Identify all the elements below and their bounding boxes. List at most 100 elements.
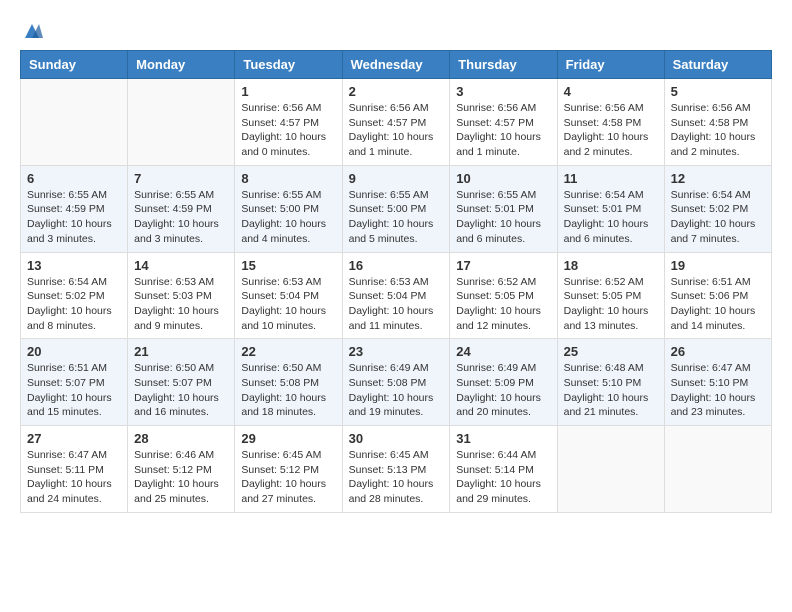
calendar-cell: 19 Sunrise: 6:51 AM Sunset: 5:06 PM Dayli… xyxy=(664,252,771,339)
column-header-saturday: Saturday xyxy=(664,51,771,79)
day-number: 18 xyxy=(564,258,658,273)
day-info: Sunrise: 6:51 AM Sunset: 5:06 PM Dayligh… xyxy=(671,275,765,334)
day-number: 29 xyxy=(241,431,335,446)
calendar-cell: 16 Sunrise: 6:53 AM Sunset: 5:04 PM Dayli… xyxy=(342,252,450,339)
day-info: Sunrise: 6:45 AM Sunset: 5:12 PM Dayligh… xyxy=(241,448,335,507)
column-header-monday: Monday xyxy=(128,51,235,79)
day-info: Sunrise: 6:55 AM Sunset: 5:00 PM Dayligh… xyxy=(349,188,444,247)
day-info: Sunrise: 6:44 AM Sunset: 5:14 PM Dayligh… xyxy=(456,448,550,507)
column-header-friday: Friday xyxy=(557,51,664,79)
day-info: Sunrise: 6:45 AM Sunset: 5:13 PM Dayligh… xyxy=(349,448,444,507)
calendar-cell: 5 Sunrise: 6:56 AM Sunset: 4:58 PM Daylig… xyxy=(664,79,771,166)
day-number: 31 xyxy=(456,431,550,446)
day-info: Sunrise: 6:50 AM Sunset: 5:08 PM Dayligh… xyxy=(241,361,335,420)
calendar-week-3: 13 Sunrise: 6:54 AM Sunset: 5:02 PM Dayli… xyxy=(21,252,772,339)
calendar-cell: 18 Sunrise: 6:52 AM Sunset: 5:05 PM Dayli… xyxy=(557,252,664,339)
day-info: Sunrise: 6:55 AM Sunset: 5:01 PM Dayligh… xyxy=(456,188,550,247)
day-number: 26 xyxy=(671,344,765,359)
day-info: Sunrise: 6:56 AM Sunset: 4:58 PM Dayligh… xyxy=(564,101,658,160)
calendar-table: SundayMondayTuesdayWednesdayThursdayFrid… xyxy=(20,50,772,513)
day-number: 19 xyxy=(671,258,765,273)
calendar-cell: 11Sunrise: 6:54 AM Sunset: 5:01 PM Dayli… xyxy=(557,165,664,252)
calendar-cell xyxy=(557,426,664,513)
calendar-cell: 10 Sunrise: 6:55 AM Sunset: 5:01 PM Dayli… xyxy=(450,165,557,252)
day-info: Sunrise: 6:47 AM Sunset: 5:10 PM Dayligh… xyxy=(671,361,765,420)
calendar-cell xyxy=(664,426,771,513)
logo xyxy=(20,20,44,42)
calendar-cell: 6Sunrise: 6:55 AM Sunset: 4:59 PM Daylig… xyxy=(21,165,128,252)
day-info: Sunrise: 6:55 AM Sunset: 4:59 PM Dayligh… xyxy=(134,188,228,247)
day-info: Sunrise: 6:53 AM Sunset: 5:04 PM Dayligh… xyxy=(241,275,335,334)
day-number: 28 xyxy=(134,431,228,446)
day-info: Sunrise: 6:50 AM Sunset: 5:07 PM Dayligh… xyxy=(134,361,228,420)
day-number: 25 xyxy=(564,344,658,359)
day-info: Sunrise: 6:49 AM Sunset: 5:09 PM Dayligh… xyxy=(456,361,550,420)
day-info: Sunrise: 6:55 AM Sunset: 5:00 PM Dayligh… xyxy=(241,188,335,247)
day-number: 10 xyxy=(456,171,550,186)
day-number: 22 xyxy=(241,344,335,359)
calendar-cell: 9 Sunrise: 6:55 AM Sunset: 5:00 PM Daylig… xyxy=(342,165,450,252)
calendar-cell: 8 Sunrise: 6:55 AM Sunset: 5:00 PM Daylig… xyxy=(235,165,342,252)
calendar-cell: 27Sunrise: 6:47 AM Sunset: 5:11 PM Dayli… xyxy=(21,426,128,513)
calendar-cell: 14 Sunrise: 6:53 AM Sunset: 5:03 PM Dayli… xyxy=(128,252,235,339)
day-number: 16 xyxy=(349,258,444,273)
column-header-sunday: Sunday xyxy=(21,51,128,79)
day-number: 13 xyxy=(27,258,121,273)
calendar-week-2: 6Sunrise: 6:55 AM Sunset: 4:59 PM Daylig… xyxy=(21,165,772,252)
logo-icon xyxy=(21,20,43,42)
day-number: 30 xyxy=(349,431,444,446)
calendar-week-1: 1 Sunrise: 6:56 AM Sunset: 4:57 PM Daylig… xyxy=(21,79,772,166)
day-number: 1 xyxy=(241,84,335,99)
day-number: 23 xyxy=(349,344,444,359)
day-info: Sunrise: 6:54 AM Sunset: 5:01 PM Dayligh… xyxy=(564,188,658,247)
calendar-week-4: 20 Sunrise: 6:51 AM Sunset: 5:07 PM Dayli… xyxy=(21,339,772,426)
calendar-cell: 29 Sunrise: 6:45 AM Sunset: 5:12 PM Dayli… xyxy=(235,426,342,513)
day-info: Sunrise: 6:53 AM Sunset: 5:04 PM Dayligh… xyxy=(349,275,444,334)
day-info: Sunrise: 6:54 AM Sunset: 5:02 PM Dayligh… xyxy=(27,275,121,334)
day-number: 2 xyxy=(349,84,444,99)
day-info: Sunrise: 6:54 AM Sunset: 5:02 PM Dayligh… xyxy=(671,188,765,247)
calendar-cell: 22 Sunrise: 6:50 AM Sunset: 5:08 PM Dayli… xyxy=(235,339,342,426)
calendar-cell: 13 Sunrise: 6:54 AM Sunset: 5:02 PM Dayli… xyxy=(21,252,128,339)
column-header-thursday: Thursday xyxy=(450,51,557,79)
day-number: 17 xyxy=(456,258,550,273)
day-number: 5 xyxy=(671,84,765,99)
page-header xyxy=(20,20,772,42)
day-info: Sunrise: 6:56 AM Sunset: 4:57 PM Dayligh… xyxy=(456,101,550,160)
day-number: 14 xyxy=(134,258,228,273)
day-number: 4 xyxy=(564,84,658,99)
calendar-cell: 26 Sunrise: 6:47 AM Sunset: 5:10 PM Dayli… xyxy=(664,339,771,426)
day-number: 7 xyxy=(134,171,228,186)
calendar-cell: 2 Sunrise: 6:56 AM Sunset: 4:57 PM Daylig… xyxy=(342,79,450,166)
day-number: 9 xyxy=(349,171,444,186)
calendar-week-5: 27Sunrise: 6:47 AM Sunset: 5:11 PM Dayli… xyxy=(21,426,772,513)
column-header-wednesday: Wednesday xyxy=(342,51,450,79)
day-info: Sunrise: 6:52 AM Sunset: 5:05 PM Dayligh… xyxy=(564,275,658,334)
day-info: Sunrise: 6:56 AM Sunset: 4:57 PM Dayligh… xyxy=(241,101,335,160)
day-number: 21 xyxy=(134,344,228,359)
day-number: 20 xyxy=(27,344,121,359)
day-number: 8 xyxy=(241,171,335,186)
day-info: Sunrise: 6:51 AM Sunset: 5:07 PM Dayligh… xyxy=(27,361,121,420)
day-info: Sunrise: 6:53 AM Sunset: 5:03 PM Dayligh… xyxy=(134,275,228,334)
day-info: Sunrise: 6:56 AM Sunset: 4:58 PM Dayligh… xyxy=(671,101,765,160)
calendar-cell xyxy=(21,79,128,166)
day-info: Sunrise: 6:49 AM Sunset: 5:08 PM Dayligh… xyxy=(349,361,444,420)
day-number: 24 xyxy=(456,344,550,359)
day-number: 3 xyxy=(456,84,550,99)
day-info: Sunrise: 6:52 AM Sunset: 5:05 PM Dayligh… xyxy=(456,275,550,334)
calendar-cell: 28Sunrise: 6:46 AM Sunset: 5:12 PM Dayli… xyxy=(128,426,235,513)
column-header-tuesday: Tuesday xyxy=(235,51,342,79)
day-number: 12 xyxy=(671,171,765,186)
calendar-cell xyxy=(128,79,235,166)
calendar-cell: 25 Sunrise: 6:48 AM Sunset: 5:10 PM Dayli… xyxy=(557,339,664,426)
day-number: 15 xyxy=(241,258,335,273)
calendar-cell: 24 Sunrise: 6:49 AM Sunset: 5:09 PM Dayli… xyxy=(450,339,557,426)
calendar-header-row: SundayMondayTuesdayWednesdayThursdayFrid… xyxy=(21,51,772,79)
calendar-cell: 23 Sunrise: 6:49 AM Sunset: 5:08 PM Dayli… xyxy=(342,339,450,426)
day-info: Sunrise: 6:48 AM Sunset: 5:10 PM Dayligh… xyxy=(564,361,658,420)
day-info: Sunrise: 6:56 AM Sunset: 4:57 PM Dayligh… xyxy=(349,101,444,160)
day-info: Sunrise: 6:47 AM Sunset: 5:11 PM Dayligh… xyxy=(27,448,121,507)
calendar-cell: 15 Sunrise: 6:53 AM Sunset: 5:04 PM Dayli… xyxy=(235,252,342,339)
calendar-cell: 3 Sunrise: 6:56 AM Sunset: 4:57 PM Daylig… xyxy=(450,79,557,166)
